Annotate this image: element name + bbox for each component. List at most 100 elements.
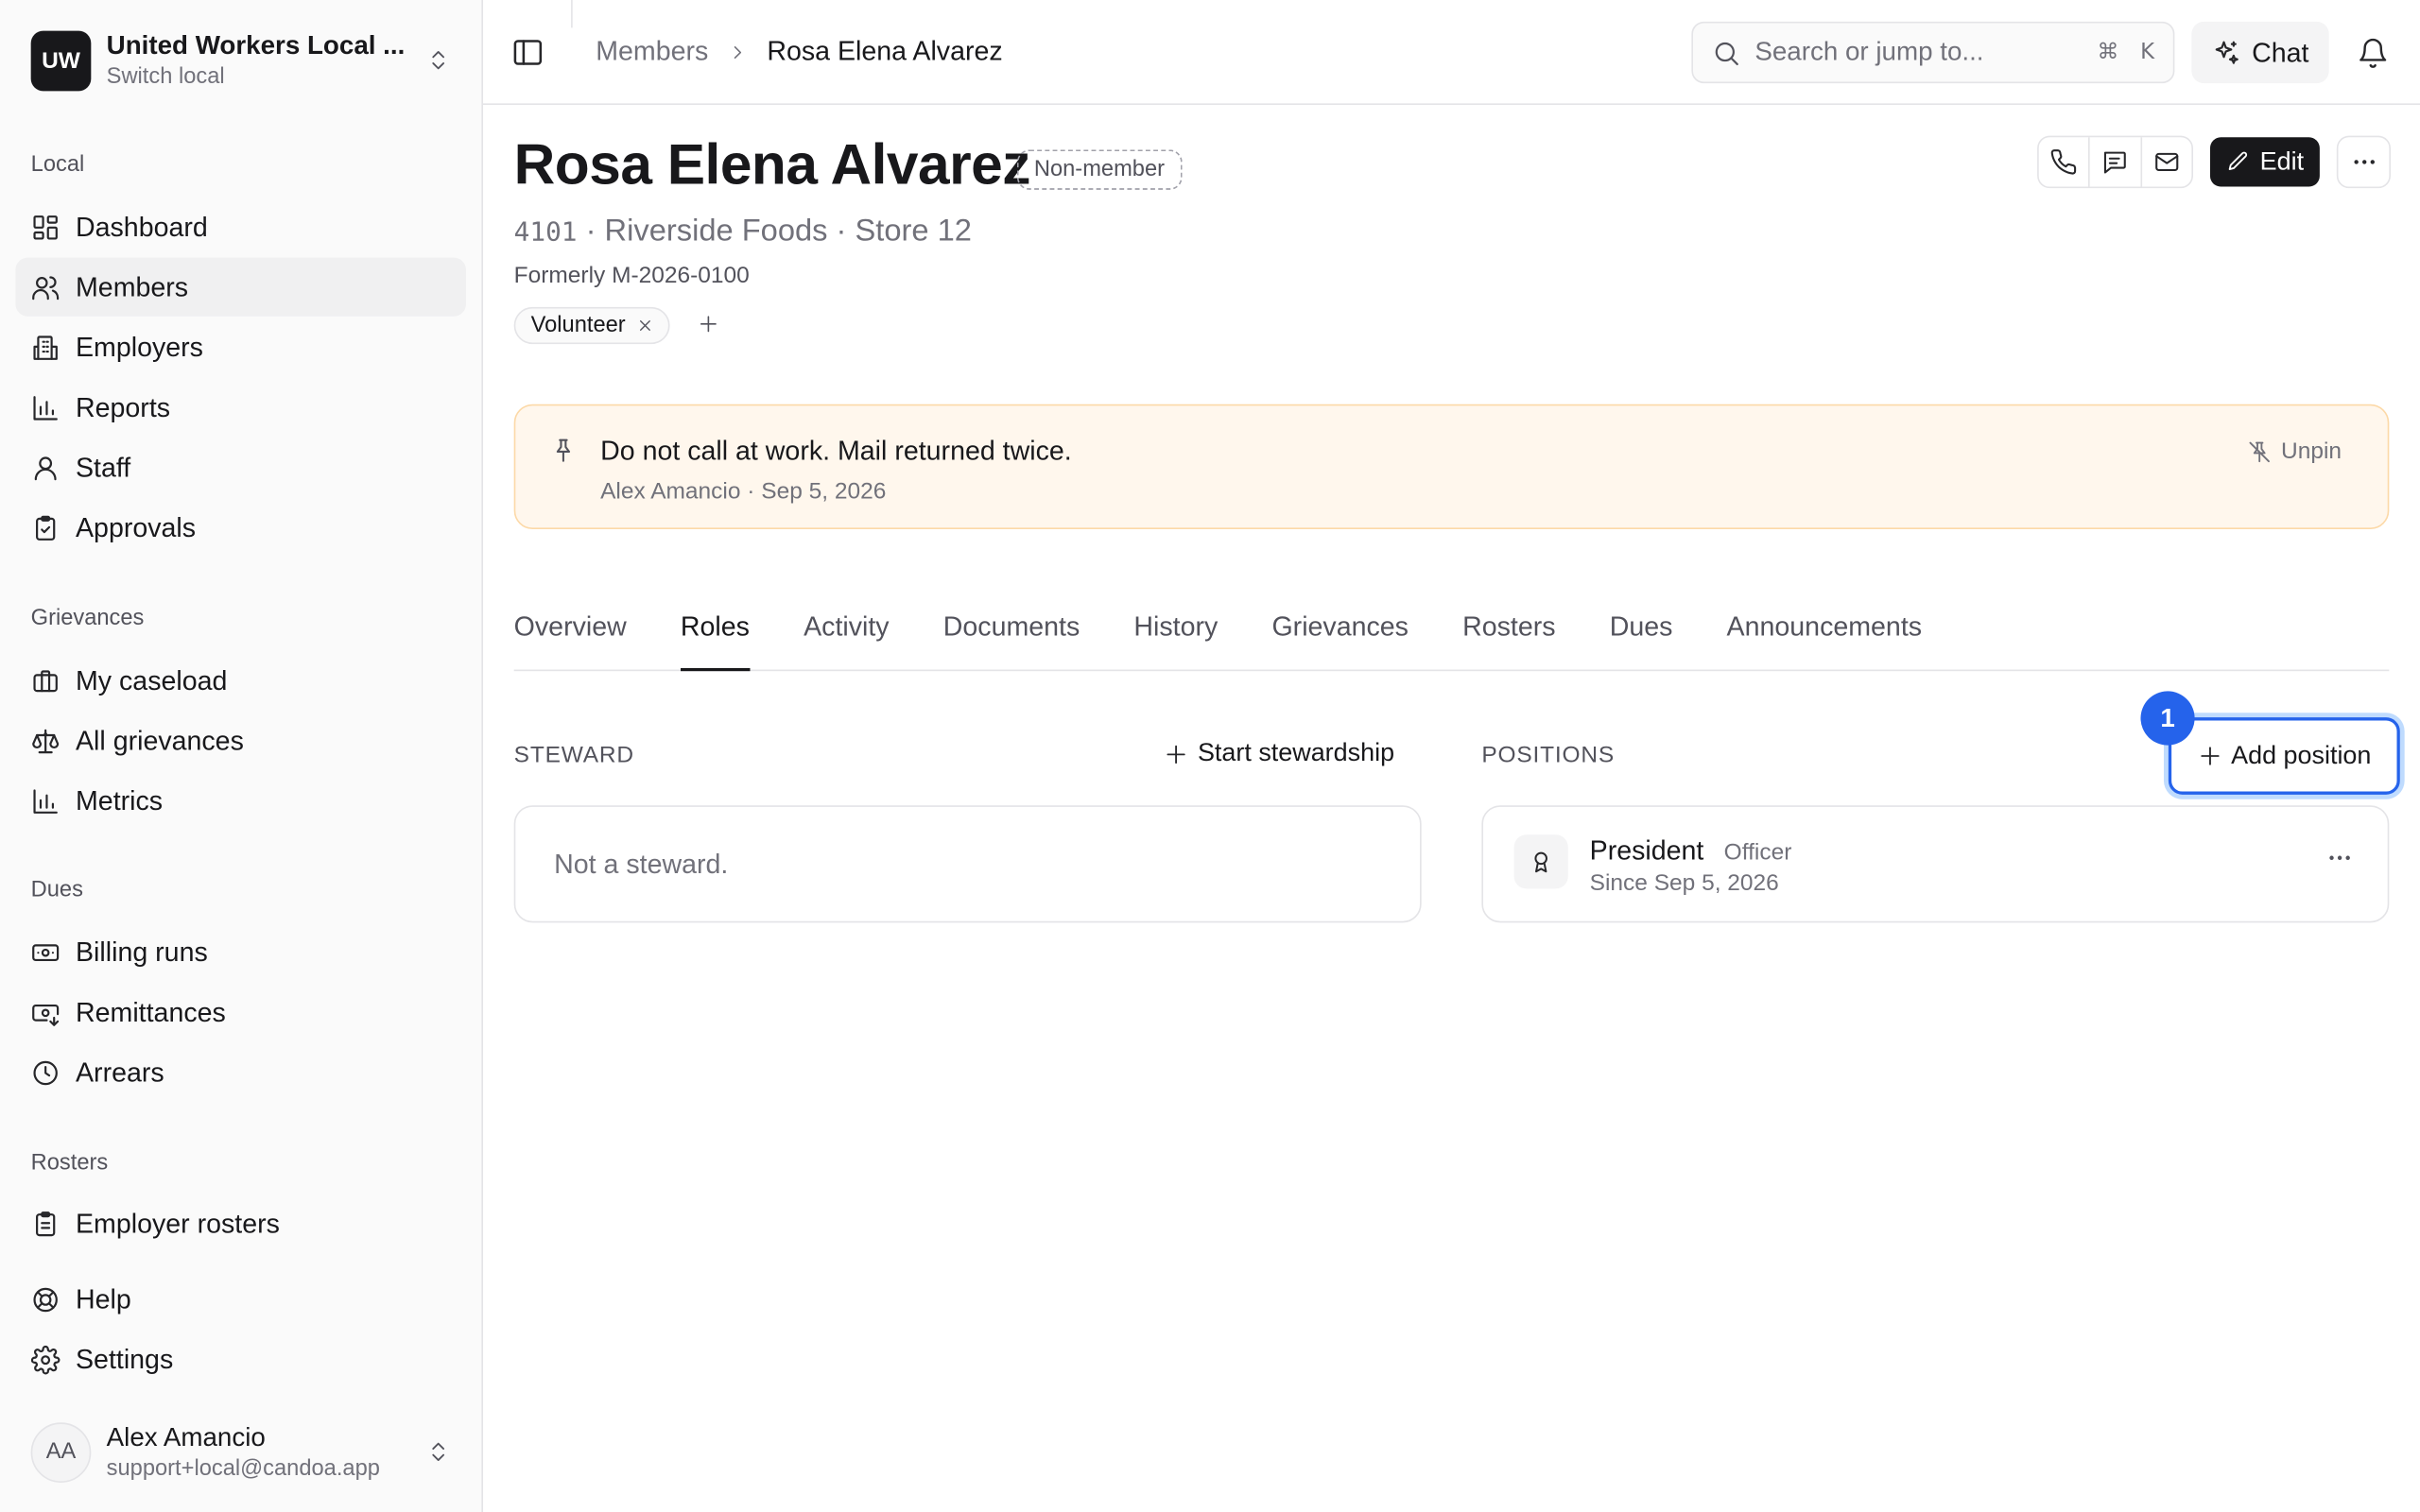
sidebar-item-label: Reports xyxy=(76,390,171,422)
tag-label: Volunteer xyxy=(530,313,626,338)
nav-group-dues: Dues xyxy=(30,877,83,903)
tab-dues[interactable]: Dues xyxy=(1610,595,1673,669)
sidebar-item-dashboard[interactable]: Dashboard xyxy=(15,198,466,256)
unpin-label: Unpin xyxy=(2281,438,2342,465)
local-switcher[interactable]: UW United Workers Local ... Switch local xyxy=(15,15,466,105)
position-more-button[interactable] xyxy=(2318,842,2361,873)
tab-overview[interactable]: Overview xyxy=(514,595,627,669)
bar-chart-icon xyxy=(33,395,58,420)
tab-announcements[interactable]: Announcements xyxy=(1727,595,1923,669)
sidebar-item-label: Approvals xyxy=(76,511,197,542)
tab-rosters[interactable]: Rosters xyxy=(1462,595,1555,669)
sidebar-item-label: My caseload xyxy=(76,663,228,696)
chevrons-up-down-icon xyxy=(432,51,445,70)
tab-history[interactable]: History xyxy=(1133,595,1218,669)
nav-group-rosters: Rosters xyxy=(30,1150,109,1177)
pin-off-icon xyxy=(2249,440,2270,462)
bell-icon[interactable] xyxy=(2357,37,2389,69)
sidebar-item-employer-rosters[interactable]: Employer rosters xyxy=(15,1194,466,1253)
nav-group-local: Local xyxy=(30,152,85,178)
sidebar-item-metrics[interactable]: Metrics xyxy=(15,771,466,830)
formerly-id: Formerly M-2026-0100 xyxy=(513,262,750,289)
start-stewardship-button[interactable]: Start stewardship xyxy=(1164,739,1394,768)
sidebar-item-all-grievances[interactable]: All grievances xyxy=(15,712,466,770)
clipboard-check-icon xyxy=(36,514,56,541)
unpin-button[interactable]: Unpin xyxy=(2247,438,2342,465)
contact-actions xyxy=(2037,135,2193,189)
message-button[interactable] xyxy=(2088,137,2140,187)
more-horizontal-icon xyxy=(2353,160,2375,164)
steward-section-label: STEWARD xyxy=(513,742,634,769)
tab-activity[interactable]: Activity xyxy=(804,595,890,669)
sidebar-item-remittances[interactable]: Remittances xyxy=(15,983,466,1041)
breadcrumb: Members Rosa Elena Alvarez xyxy=(596,36,1002,68)
user-icon xyxy=(34,455,57,480)
sidebar-item-label: Remittances xyxy=(76,995,226,1027)
local-switch-hint: Switch local xyxy=(106,64,225,90)
tab-bar: Overview Roles Activity Documents Histor… xyxy=(513,595,2390,672)
close-icon[interactable] xyxy=(638,318,653,333)
position-icon-box xyxy=(1513,834,1568,889)
chat-button[interactable]: Chat xyxy=(2191,21,2329,84)
sidebar-item-help[interactable]: Help xyxy=(15,1270,466,1329)
step-badge: 1 xyxy=(2140,691,2195,746)
status-badge: Non-member xyxy=(1016,149,1182,190)
sidebar-item-members[interactable]: Members xyxy=(15,257,467,317)
start-stewardship-label: Start stewardship xyxy=(1197,739,1395,767)
briefcase-icon xyxy=(33,669,58,692)
sidebar-item-employers[interactable]: Employers xyxy=(15,318,466,376)
banknote-icon xyxy=(32,943,60,961)
chevron-right-icon xyxy=(734,45,741,59)
sidebar-item-settings[interactable]: Settings xyxy=(15,1330,466,1388)
sidebar-item-label: Employer rosters xyxy=(76,1207,280,1239)
add-tag-icon[interactable] xyxy=(698,313,719,335)
pencil-icon xyxy=(2229,151,2248,170)
tab-roles[interactable]: Roles xyxy=(680,595,750,672)
sidebar-item-reports[interactable]: Reports xyxy=(15,378,466,437)
tab-grievances[interactable]: Grievances xyxy=(1271,595,1409,669)
sidebar-item-approvals[interactable]: Approvals xyxy=(15,498,466,557)
user-email: support+local@candoa.app xyxy=(106,1456,380,1482)
main-content: Members Rosa Elena Alvarez Search or jum… xyxy=(483,0,2420,1512)
sidebar-item-label: Metrics xyxy=(76,784,164,816)
clipboard-list-icon xyxy=(36,1211,56,1236)
local-name: United Workers Local ... xyxy=(106,30,406,60)
edit-button[interactable]: Edit xyxy=(2209,137,2320,187)
search-input[interactable]: Search or jump to... ⌘ K xyxy=(1691,21,2175,84)
sidebar-item-label: Arrears xyxy=(76,1056,164,1088)
topbar: Members Rosa Elena Alvarez Search or jum… xyxy=(483,0,2420,106)
building-icon xyxy=(33,335,58,360)
tab-documents[interactable]: Documents xyxy=(943,595,1080,669)
call-button[interactable] xyxy=(2039,137,2089,186)
position-title: President xyxy=(1589,834,1704,866)
sidebar-item-my-caseload[interactable]: My caseload xyxy=(15,651,466,710)
more-actions-button[interactable] xyxy=(2336,135,2391,189)
sidebar-item-label: Staff xyxy=(76,451,131,483)
sidebar-item-arrears[interactable]: Arrears xyxy=(15,1043,466,1102)
plus-icon xyxy=(1167,744,1185,764)
add-position-button[interactable]: Add position xyxy=(2168,717,2400,795)
sparkles-icon xyxy=(2215,40,2238,63)
sidebar-toggle-icon[interactable] xyxy=(510,36,544,70)
topbar-divider xyxy=(571,0,573,28)
sidebar-item-staff[interactable]: Staff xyxy=(15,438,466,497)
avatar: AA xyxy=(30,1421,92,1483)
email-button[interactable] xyxy=(2139,137,2191,187)
steward-empty-text: Not a steward. xyxy=(554,848,729,880)
chat-label: Chat xyxy=(2252,36,2309,68)
position-kind: Officer xyxy=(1723,839,1792,866)
clock-icon xyxy=(33,1059,58,1085)
more-horizontal-icon xyxy=(2329,855,2350,860)
nav-group-grievances: Grievances xyxy=(30,606,145,631)
sidebar-item-billing-runs[interactable]: Billing runs xyxy=(15,922,466,981)
mail-icon xyxy=(2154,152,2178,172)
user-menu[interactable]: AA Alex Amancio support+local@candoa.app xyxy=(15,1407,466,1497)
gear-icon xyxy=(30,1345,60,1374)
breadcrumb-members[interactable]: Members xyxy=(596,36,708,68)
life-buoy-icon xyxy=(33,1286,58,1312)
user-name: Alex Amancio xyxy=(106,1422,266,1452)
banknote-arrow-icon xyxy=(32,1004,60,1026)
sidebar-item-label: Settings xyxy=(76,1343,174,1374)
position-card: President Officer Since Sep 5, 2026 xyxy=(1481,805,2390,923)
pinned-note: Do not call at work. Mail returned twice… xyxy=(513,404,2390,529)
